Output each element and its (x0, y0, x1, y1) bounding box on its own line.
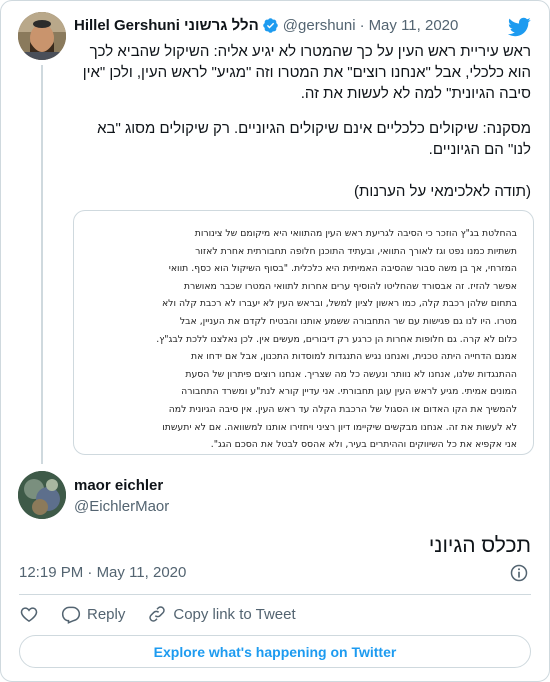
article-line: המזרחי, אך בן משה סבור שהסיבה האמיתית הי… (168, 263, 517, 275)
article-line: בהחלטת בג"ץ הוזכר כי הסיבה לגריעת ראש הע… (194, 228, 517, 239)
tweet-date[interactable]: May 11, 2020 (369, 17, 459, 34)
reply-timestamp[interactable]: 12:19 PM · May 11, 2020 (19, 564, 186, 581)
article-line: לא לעשות את זה. אנחנו מבקשים שיקיימו דיו… (162, 421, 517, 433)
heart-icon (20, 607, 38, 622)
article-line: המונים אמיתי. מגיע לראש העין עוגן תחבורת… (181, 386, 517, 398)
reply-time: 12:19 PM (19, 564, 84, 581)
reply-author-handle[interactable]: @EichlerMaor (74, 498, 169, 515)
divider (19, 594, 531, 595)
article-line: אמנם הדחייה היתה טכנית, ואנחנו נגיש התנג… (190, 351, 517, 363)
article-line: בתחום שלהן רכבת קלה, כמו ראשון לציון למש… (161, 298, 517, 310)
avatar-hillel[interactable] (18, 12, 66, 60)
author-handle[interactable]: @gershuni (283, 17, 356, 34)
copy-link-label: Copy link to Tweet (173, 605, 296, 623)
reply-date: May 11, 2020 (96, 564, 187, 581)
link-icon (149, 606, 166, 622)
action-bar: Reply Copy link to Tweet (19, 601, 318, 627)
attached-article-image[interactable]: בהחלטת בג"ץ הוזכר כי הסיבה לגריעת ראש הע… (73, 210, 534, 455)
separator-dot: · (87, 564, 93, 581)
tweet-paragraph-3: (תודה לאלכימאי על הערנות) (354, 183, 531, 200)
tweet-paragraph-1: ראש עיריית ראש העין על כך שהמטרו לא יגיע… (82, 43, 531, 102)
tweet-embed-card: Hillel Gershuni הלל גרשוני @gershuni · M… (0, 0, 550, 682)
article-line: אני אקפיא את כל השיווקים וההיתרים בעיר, … (210, 439, 517, 451)
article-excerpt: בהחלטת בג"ץ הוזכר כי הסיבה לגריעת ראש הע… (88, 225, 517, 454)
thread-connector-line (41, 65, 43, 464)
tweet-header: Hillel Gershuni הלל גרשוני @gershuni · M… (74, 15, 458, 35)
copy-link-button[interactable]: Copy link to Tweet (147, 604, 296, 624)
reply-tweet-text: תכלס הגיוני (428, 534, 531, 557)
article-line: כלום לא קרה. גם חלופות אחרות הן כרגע רק … (156, 333, 517, 345)
explore-twitter-button[interactable]: Explore what's happening on Twitter (19, 635, 531, 668)
reply-button[interactable]: Reply (61, 604, 125, 624)
article-line: מטרו. היו לנו גם פגישות עם שר התחבורה שש… (179, 315, 517, 327)
verified-badge-icon (263, 17, 278, 33)
like-button[interactable] (19, 604, 39, 624)
author-name[interactable]: Hillel Gershuni הלל גרשוני (74, 17, 259, 34)
twitter-bird-icon[interactable] (507, 15, 531, 39)
reply-author-name[interactable]: maor eichler (74, 477, 163, 494)
article-line: תשתיות כמנו נפט וגז לאורך התוואי, ובעתיד… (195, 245, 517, 257)
avatar-maor[interactable] (18, 471, 66, 519)
tweet-paragraph-2: מסקנה: שיקולים כלכליים אינם שיקולים הגיו… (97, 120, 531, 158)
reply-icon (61, 606, 81, 624)
info-icon[interactable] (509, 563, 529, 583)
reply-label: Reply (87, 605, 126, 623)
separator-dot: · (359, 16, 365, 34)
article-line: להמשיך את הקו האדום או הסגול של הרכבת הק… (168, 403, 517, 415)
article-line: אפשר להזיז. זה אבסורד שהחליטו להוסיף ערי… (183, 280, 517, 292)
article-line: ההתנגדות שלנו, אנחנו לא נוותר ונעשה כל מ… (185, 368, 517, 380)
